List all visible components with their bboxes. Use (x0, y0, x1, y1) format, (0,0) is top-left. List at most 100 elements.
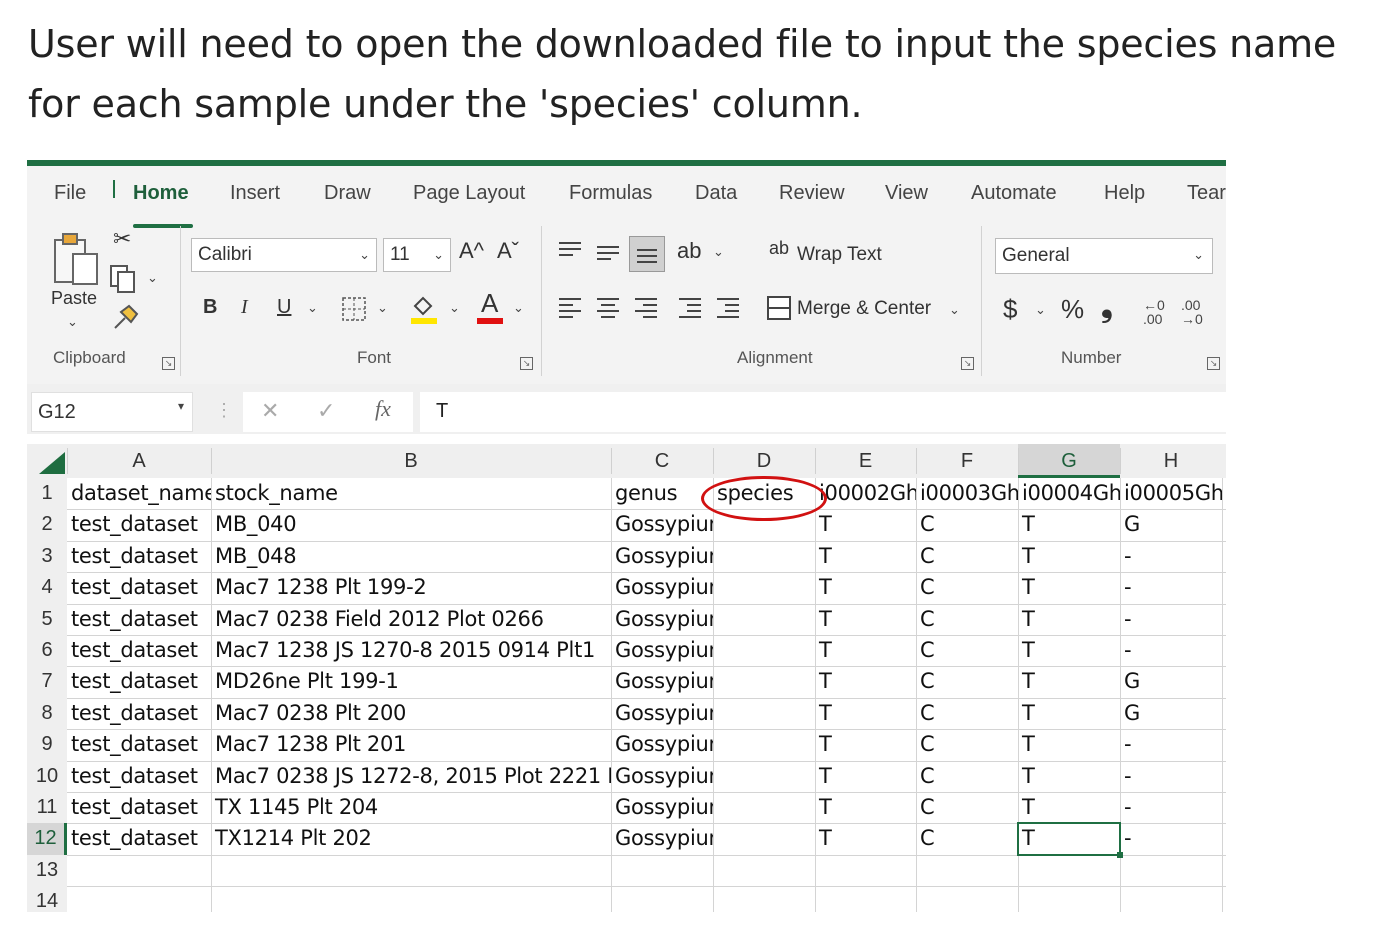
align-bottom-button[interactable] (629, 236, 665, 272)
orientation-chevron-down-icon[interactable]: ⌄ (713, 244, 724, 260)
row-header-7[interactable]: 7 (27, 666, 67, 698)
column-header-c[interactable]: C (611, 444, 713, 478)
row-header-11[interactable]: 11 (27, 792, 67, 824)
font-color-button[interactable]: A (481, 288, 498, 319)
cell-e11[interactable]: T (815, 792, 916, 823)
cell-a4[interactable]: test_dataset (67, 572, 211, 603)
cell-a1[interactable]: dataset_name (67, 478, 211, 509)
cell-g9[interactable]: T (1018, 729, 1120, 760)
cell-g5[interactable]: T (1018, 604, 1120, 635)
tab-draw[interactable]: Draw (324, 182, 371, 205)
cell-f6[interactable]: C (916, 635, 1018, 666)
clipboard-launcher-icon[interactable]: ↘ (162, 357, 175, 370)
cell-a2[interactable]: test_dataset (67, 509, 211, 540)
cell-b7[interactable]: MD26ne Plt 199-1 (211, 666, 611, 697)
shrink-font-button[interactable]: Aˇ (497, 238, 519, 264)
cell-a3[interactable]: test_dataset (67, 541, 211, 572)
align-right-icon[interactable] (635, 298, 657, 322)
grow-font-button[interactable]: A^ (459, 238, 484, 264)
cell-d11[interactable] (713, 792, 815, 823)
cell-f12[interactable]: C (916, 823, 1018, 854)
cell-e9[interactable]: T (815, 729, 916, 760)
alignment-launcher-icon[interactable]: ↘ (961, 357, 974, 370)
cell-c6[interactable]: Gossypium (611, 635, 713, 666)
cell-e14[interactable] (815, 886, 916, 912)
merge-center-icon[interactable] (767, 296, 791, 320)
tab-automate[interactable]: Automate (971, 182, 1057, 205)
cell-a10[interactable]: test_dataset (67, 761, 211, 792)
align-center-icon[interactable] (597, 298, 619, 322)
cell-h8[interactable]: G (1120, 698, 1222, 729)
align-middle-icon[interactable] (597, 246, 619, 264)
row-header-3[interactable]: 3 (27, 540, 67, 573)
cell-e3[interactable]: T (815, 541, 916, 572)
cell-d6[interactable] (713, 635, 815, 666)
row-header-14[interactable]: 14 (27, 886, 67, 912)
cell-c7[interactable]: Gossypium (611, 666, 713, 697)
wrap-text-button[interactable]: Wrap Text (797, 244, 882, 266)
cell-f8[interactable]: C (916, 698, 1018, 729)
cell-f9[interactable]: C (916, 729, 1018, 760)
cell-b5[interactable]: Mac7 0238 Field 2012 Plot 0266 (211, 604, 611, 635)
cell-e1[interactable]: i00002Gh (815, 478, 916, 509)
cell-g3[interactable]: T (1018, 541, 1120, 572)
cell-b12[interactable]: TX1214 Plt 202 (211, 823, 611, 854)
tab-data[interactable]: Data (695, 182, 737, 205)
increase-decimal-icon[interactable]: ←0.00 (1143, 298, 1165, 326)
tab-view[interactable]: View (885, 182, 928, 205)
formula-input[interactable]: T (420, 392, 1226, 432)
cell-d4[interactable] (713, 572, 815, 603)
number-launcher-icon[interactable]: ↘ (1207, 357, 1220, 370)
cell-a5[interactable]: test_dataset (67, 604, 211, 635)
column-header-g[interactable]: G (1018, 444, 1120, 478)
row-header-2[interactable]: 2 (27, 509, 67, 541)
cell-c13[interactable] (611, 855, 713, 886)
cell-g1[interactable]: i00004Gh (1018, 478, 1120, 509)
cell-a9[interactable]: test_dataset (67, 729, 211, 760)
paste-icon[interactable] (51, 230, 101, 288)
cell-h5[interactable]: - (1120, 604, 1222, 635)
decrease-indent-icon[interactable] (679, 298, 701, 322)
cell-g7[interactable]: T (1018, 666, 1120, 697)
cell-a8[interactable]: test_dataset (67, 698, 211, 729)
paste-chevron-down-icon[interactable]: ⌄ (67, 314, 78, 330)
cell-b2[interactable]: MB_040 (211, 509, 611, 540)
cell-c11[interactable]: Gossypium (611, 792, 713, 823)
cell-e2[interactable]: T (815, 509, 916, 540)
row-header-4[interactable]: 4 (27, 572, 67, 604)
cell-h2[interactable]: G (1120, 509, 1222, 540)
column-header-f[interactable]: F (916, 444, 1018, 478)
row-header-9[interactable]: 9 (27, 729, 67, 761)
tab-review[interactable]: Review (779, 182, 845, 205)
cell-c14[interactable] (611, 886, 713, 912)
font-color-chevron-down-icon[interactable]: ⌄ (513, 300, 524, 316)
tab-formulas[interactable]: Formulas (569, 182, 652, 205)
name-box[interactable]: G12 ▾ (31, 392, 193, 432)
cell-c4[interactable]: Gossypium (611, 572, 713, 603)
column-header-a[interactable]: A (67, 444, 211, 478)
cell-d10[interactable] (713, 761, 815, 792)
decrease-decimal-icon[interactable]: .00 →0 (1181, 298, 1203, 326)
cell-a14[interactable] (67, 886, 211, 912)
column-header-d[interactable]: D (713, 444, 815, 478)
cell-g13[interactable] (1018, 855, 1120, 886)
row-header-6[interactable]: 6 (27, 635, 67, 667)
drag-handle-icon[interactable]: ⋮ (215, 400, 233, 421)
cell-h10[interactable]: - (1120, 761, 1222, 792)
cell-f11[interactable]: C (916, 792, 1018, 823)
row-header-5[interactable]: 5 (27, 603, 67, 635)
cell-c1[interactable]: genus (611, 478, 713, 509)
currency-button[interactable]: $ (1003, 294, 1017, 325)
cell-g6[interactable]: T (1018, 635, 1120, 666)
cell-f1[interactable]: i00003Gh (916, 478, 1018, 509)
cell-b9[interactable]: Mac7 1238 Plt 201 (211, 729, 611, 760)
cell-g8[interactable]: T (1018, 698, 1120, 729)
cell-f5[interactable]: C (916, 604, 1018, 635)
orientation-icon[interactable]: ab (677, 238, 701, 264)
cell-f7[interactable]: C (916, 666, 1018, 697)
cell-h13[interactable] (1120, 855, 1222, 886)
cell-h14[interactable] (1120, 886, 1222, 912)
cell-c2[interactable]: Gossypium (611, 509, 713, 540)
cell-e7[interactable]: T (815, 666, 916, 697)
cell-e13[interactable] (815, 855, 916, 886)
